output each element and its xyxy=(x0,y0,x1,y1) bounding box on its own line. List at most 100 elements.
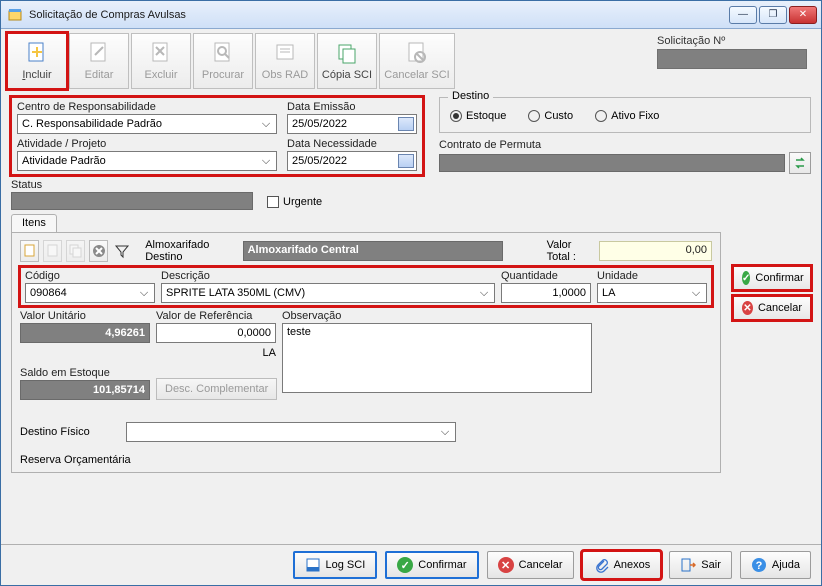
bottom-confirmar-button[interactable]: ✓ Confirmar xyxy=(385,551,478,579)
checkbox-icon xyxy=(267,196,279,208)
copy-icon xyxy=(336,41,358,67)
item-add-button[interactable] xyxy=(20,240,39,262)
help-icon: ? xyxy=(751,557,767,573)
copia-sci-button[interactable]: Cópia SCI xyxy=(317,33,377,89)
radio-estoque[interactable]: Estoque xyxy=(450,110,506,122)
almox-label: Almoxarifado Destino xyxy=(145,239,234,263)
valor-total-value: 0,00 xyxy=(599,241,712,261)
itens-panel: Almoxarifado Destino Almoxarifado Centra… xyxy=(11,232,721,473)
saldo-value: 101,85714 xyxy=(20,380,150,400)
centro-label: Centro de Responsabilidade xyxy=(17,101,277,113)
search-doc-icon xyxy=(212,41,234,67)
edit-doc-icon xyxy=(88,41,110,67)
paperclip-icon xyxy=(593,557,609,573)
unidade-combo[interactable]: LA⌵ xyxy=(597,283,707,303)
obs-label: Observação xyxy=(282,310,712,322)
solicitacao-number-block: Solicitação Nº xyxy=(657,33,815,69)
bottom-cancelar-button[interactable]: ✕ Cancelar xyxy=(487,551,574,579)
solicitacao-label: Solicitação Nº xyxy=(657,35,807,47)
log-sci-button[interactable]: Log SCI xyxy=(293,551,378,579)
unidade-label: Unidade xyxy=(597,270,707,282)
item-copy-button[interactable] xyxy=(66,240,85,262)
exit-icon xyxy=(680,557,696,573)
ref-unit: LA xyxy=(156,347,276,359)
chevron-down-icon: ⌵ xyxy=(476,287,492,300)
new-doc-icon xyxy=(26,41,48,67)
sair-button[interactable]: Sair xyxy=(669,551,732,579)
calendar-icon[interactable] xyxy=(398,117,414,131)
descricao-combo[interactable]: SPRITE LATA 350ML (CMV)⌵ xyxy=(161,283,495,303)
radio-custo[interactable]: Custo xyxy=(528,110,573,122)
valor-ref-label: Valor de Referência xyxy=(156,310,276,322)
close-button[interactable]: ✕ xyxy=(789,6,817,24)
radio-ativo-fixo[interactable]: Ativo Fixo xyxy=(595,110,659,122)
calendar-icon[interactable] xyxy=(398,154,414,168)
radio-icon xyxy=(450,110,462,122)
atividade-combo[interactable]: Atividade Padrão ⌵ xyxy=(17,151,277,171)
cancelar-sci-button[interactable]: Cancelar SCI xyxy=(379,33,455,89)
anexos-button[interactable]: Anexos xyxy=(582,551,662,579)
filter-button[interactable] xyxy=(112,240,131,262)
desc-complementar-button[interactable]: Desc. Complementar xyxy=(156,378,277,400)
destino-fisico-combo[interactable]: ⌵ xyxy=(126,422,456,442)
chevron-down-icon: ⌵ xyxy=(688,287,704,300)
urgente-checkbox[interactable]: Urgente xyxy=(267,196,322,208)
quantidade-input[interactable]: 1,0000 xyxy=(501,283,591,303)
centro-combo[interactable]: C. Responsabilidade Padrão ⌵ xyxy=(17,114,277,134)
chevron-down-icon: ⌵ xyxy=(437,426,453,439)
descricao-label: Descrição xyxy=(161,270,495,282)
editar-button[interactable]: Editar xyxy=(69,33,129,89)
log-icon xyxy=(305,557,321,573)
centro-value: C. Responsabilidade Padrão xyxy=(22,118,162,130)
tab-itens[interactable]: Itens xyxy=(11,214,57,232)
quantidade-label: Quantidade xyxy=(501,270,591,282)
maximize-button[interactable]: ❐ xyxy=(759,6,787,24)
check-icon: ✓ xyxy=(397,557,413,573)
status-label: Status xyxy=(11,179,253,191)
radio-icon xyxy=(595,110,607,122)
main-toolbar: Incluir Editar Excluir Procurar Obs RAD … xyxy=(1,29,821,91)
excluir-button[interactable]: Excluir xyxy=(131,33,191,89)
necessidade-value: 25/05/2022 xyxy=(292,155,347,167)
swap-button[interactable] xyxy=(789,152,811,174)
atividade-value: Atividade Padrão xyxy=(22,155,106,167)
app-window: Solicitação de Compras Avulsas — ❐ ✕ Inc… xyxy=(0,0,822,586)
obs-rad-button[interactable]: Obs RAD xyxy=(255,33,315,89)
necessidade-input[interactable]: 25/05/2022 xyxy=(287,151,417,171)
incluir-label: ncluir xyxy=(25,69,51,81)
destino-legend: Destino xyxy=(448,91,493,102)
codigo-combo[interactable]: 090864⌵ xyxy=(25,283,155,303)
valor-total-label: Valor Total : xyxy=(547,239,596,263)
item-delete-button[interactable] xyxy=(89,240,108,262)
almox-value: Almoxarifado Central xyxy=(243,241,503,261)
close-icon: ✕ xyxy=(742,301,753,315)
procurar-button[interactable]: Procurar xyxy=(193,33,253,89)
ajuda-button[interactable]: ? Ajuda xyxy=(740,551,811,579)
status-value xyxy=(11,192,253,210)
minimize-button[interactable]: — xyxy=(729,6,757,24)
urgente-label: Urgente xyxy=(283,196,322,208)
codigo-label: Código xyxy=(25,270,155,282)
chevron-down-icon: ⌵ xyxy=(258,118,274,131)
valor-ref-input[interactable]: 0,0000 xyxy=(156,323,276,343)
note-icon xyxy=(274,41,296,67)
contrato-value xyxy=(439,154,785,172)
radio-icon xyxy=(528,110,540,122)
necessidade-label: Data Necessidade xyxy=(287,138,417,150)
check-icon: ✓ xyxy=(742,271,750,285)
bottom-toolbar: Log SCI ✓ Confirmar ✕ Cancelar Anexos Sa… xyxy=(1,544,821,585)
destino-fisico-label: Destino Físico xyxy=(20,426,120,438)
destino-group: Destino Estoque Custo Ativo Fixo xyxy=(439,97,811,133)
side-confirmar-button[interactable]: ✓ Confirmar xyxy=(733,266,811,290)
emissao-input[interactable]: 25/05/2022 xyxy=(287,114,417,134)
incluir-button[interactable]: Incluir xyxy=(7,33,67,89)
emissao-label: Data Emissão xyxy=(287,101,417,113)
saldo-label: Saldo em Estoque xyxy=(20,367,150,379)
valor-unit-value: 4,96261 xyxy=(20,323,150,343)
chevron-down-icon: ⌵ xyxy=(258,155,274,168)
titlebar: Solicitação de Compras Avulsas — ❐ ✕ xyxy=(1,1,821,29)
item-edit-button[interactable] xyxy=(43,240,62,262)
side-cancelar-button[interactable]: ✕ Cancelar xyxy=(733,296,811,320)
contrato-label: Contrato de Permuta xyxy=(439,139,811,151)
atividade-label: Atividade / Projeto xyxy=(17,138,277,150)
